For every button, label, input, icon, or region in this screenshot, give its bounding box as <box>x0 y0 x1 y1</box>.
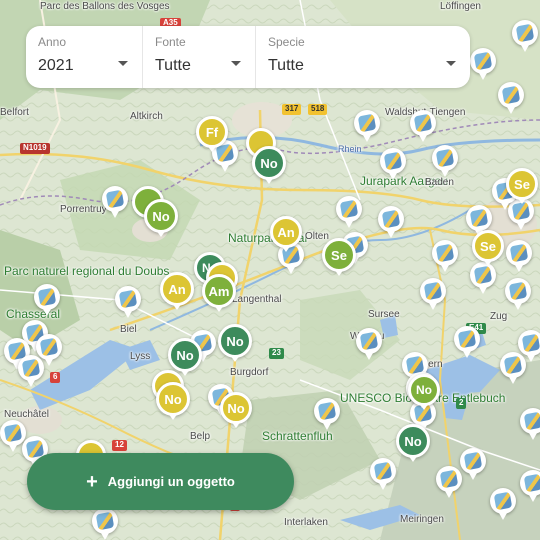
observation-marker[interactable] <box>410 110 436 142</box>
observation-marker[interactable] <box>356 328 382 360</box>
observation-marker[interactable] <box>18 355 44 387</box>
plus-icon: + <box>86 470 98 493</box>
species-marker-am[interactable]: Am <box>202 274 236 312</box>
chevron-down-icon <box>118 61 128 66</box>
map-label-olten: Olten <box>305 231 329 242</box>
observation-marker[interactable] <box>115 286 141 318</box>
species-marker-no[interactable]: No <box>144 199 178 237</box>
observation-marker[interactable] <box>518 330 540 362</box>
species-select-label: Specie <box>268 35 305 49</box>
road-shield-n1019: N1019 <box>20 143 50 154</box>
year-select[interactable]: Anno 2021 <box>26 26 142 88</box>
source-select[interactable]: Fonte Tutte <box>142 26 255 88</box>
map-label-sursee: Sursee <box>368 309 400 320</box>
species-marker-se[interactable]: Se <box>472 230 504 266</box>
source-select-label: Fonte <box>155 35 186 49</box>
add-object-button[interactable]: + Aggiungi un oggetto <box>27 453 294 510</box>
observation-marker[interactable] <box>454 326 480 358</box>
observation-marker[interactable] <box>0 420 26 452</box>
map-label-rhein: Rhein <box>338 144 362 154</box>
source-select-value: Tutte <box>155 57 191 74</box>
observation-marker[interactable] <box>92 508 118 540</box>
species-marker-an[interactable]: An <box>160 272 194 310</box>
observation-marker[interactable] <box>498 82 524 114</box>
map-label-zug: Zug <box>490 311 508 322</box>
map-label-burgdorf: Burgdorf <box>230 367 269 378</box>
map-label-baden: Baden <box>425 177 454 188</box>
species-marker-se[interactable]: Se <box>322 238 356 276</box>
map-label-chasseral: Chasseral <box>6 307 61 321</box>
species-marker-no[interactable]: No <box>396 424 430 462</box>
species-marker-se[interactable]: Se <box>506 168 538 204</box>
observation-marker[interactable] <box>354 110 380 142</box>
observation-marker[interactable] <box>380 148 406 180</box>
species-marker-ff[interactable]: Ff <box>196 116 228 152</box>
map-label-biel: Biel <box>120 324 137 335</box>
observation-marker[interactable] <box>436 466 462 498</box>
observation-marker[interactable] <box>336 196 362 228</box>
add-object-label: Aggiungi un oggetto <box>107 474 235 489</box>
observation-marker[interactable] <box>420 278 446 310</box>
observation-marker[interactable] <box>102 186 128 218</box>
observation-marker[interactable] <box>34 284 60 316</box>
road-shield-23: 23 <box>269 348 284 359</box>
species-marker-no[interactable]: No <box>220 392 252 428</box>
species-marker-no[interactable]: No <box>156 382 190 420</box>
filter-bar: Anno 2021 Fonte Tutte Specie Tutte <box>26 26 470 88</box>
observation-marker[interactable] <box>432 240 458 272</box>
road-shield-6: 6 <box>50 372 61 383</box>
map-label-belp: Belp <box>190 431 211 442</box>
observation-marker[interactable] <box>520 470 540 502</box>
observation-marker[interactable] <box>36 334 62 366</box>
observation-marker[interactable] <box>505 278 531 310</box>
observation-marker[interactable] <box>512 20 538 52</box>
map-label-schrattenfluh: Schrattenfluh <box>262 429 333 443</box>
species-select-value: Tutte <box>268 57 304 74</box>
observation-marker[interactable] <box>500 352 526 384</box>
observation-marker[interactable] <box>470 48 496 80</box>
year-select-label: Anno <box>38 35 67 49</box>
road-shield-317: 317 <box>282 104 302 115</box>
species-marker-no[interactable]: No <box>218 324 252 362</box>
chevron-down-icon <box>231 61 241 66</box>
observation-marker[interactable] <box>506 240 532 272</box>
map-label-ballons: Parc des Ballons des Vosges <box>40 1 170 12</box>
observation-marker[interactable] <box>520 408 540 440</box>
map-label-meiringen: Meiringen <box>400 514 444 525</box>
observation-marker[interactable] <box>466 205 492 237</box>
chevron-down-icon <box>446 61 456 66</box>
road-shield-2: 2 <box>456 398 467 409</box>
observation-marker[interactable] <box>378 206 404 238</box>
species-select[interactable]: Specie Tutte <box>255 26 470 88</box>
species-marker-no[interactable]: No <box>408 374 440 410</box>
species-marker-no[interactable]: No <box>168 338 202 376</box>
observation-marker[interactable] <box>314 398 340 430</box>
observation-marker[interactable] <box>490 488 516 520</box>
observation-marker[interactable] <box>370 458 396 490</box>
map-label-loffingen: Löffingen <box>440 1 481 12</box>
map-label-doubs: Parc naturel regional du Doubs <box>4 264 170 278</box>
map-label-altkirch: Altkirch <box>130 111 163 122</box>
map-label-interlaken: Interlaken <box>284 517 328 528</box>
map-label-belfort: Belfort <box>0 107 29 118</box>
map-label-langenthal: Langenthal <box>232 294 282 305</box>
map-label-lyss: Lyss <box>130 351 151 362</box>
road-shield-518: 518 <box>308 104 328 115</box>
year-select-value: 2021 <box>38 57 74 74</box>
species-marker-no[interactable]: No <box>252 146 286 184</box>
road-shield-12: 12 <box>112 440 127 451</box>
species-marker-an[interactable]: An <box>270 216 302 252</box>
map-label-neuchatel: Neuchâtel <box>4 409 50 420</box>
observation-marker[interactable] <box>432 145 458 177</box>
observation-marker[interactable] <box>460 448 486 480</box>
map-label-porrentruy: Porrentruy <box>60 204 107 215</box>
